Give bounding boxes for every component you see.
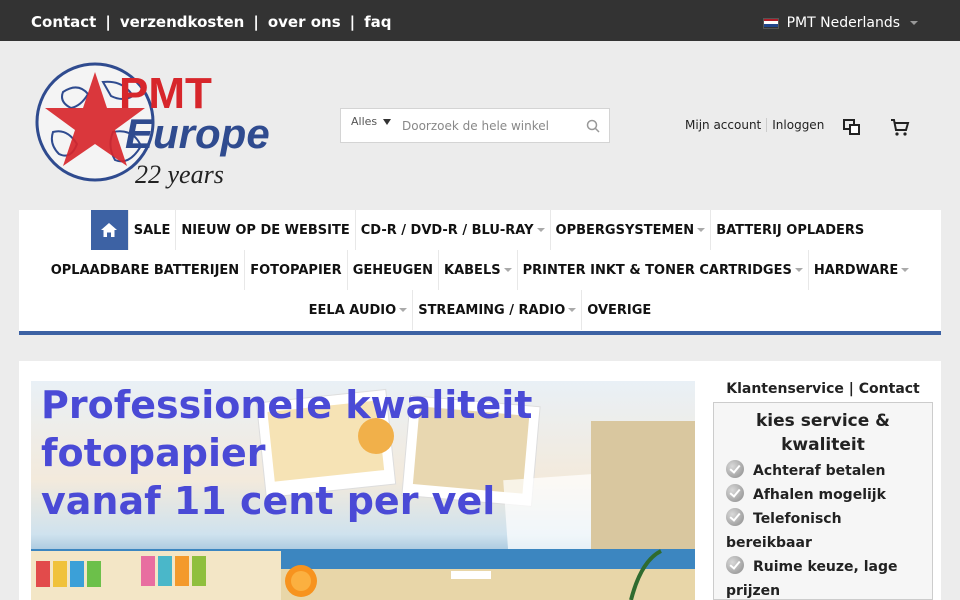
flag-nl-icon xyxy=(762,17,779,29)
nav-item-cdr-dvdr-bluray[interactable]: CD-R / DVD-R / BLU-RAY xyxy=(356,210,551,250)
nav-label: CD-R / DVD-R / BLU-RAY xyxy=(360,222,534,238)
list-item: Telefonisch bereikbaar xyxy=(726,507,926,555)
nav-item-streaming-radio[interactable]: STREAMING / RADIO xyxy=(413,290,583,330)
service-box: kies service & kwaliteit Achteraf betale… xyxy=(713,402,933,600)
cart-icon xyxy=(891,119,910,136)
cart-button[interactable] xyxy=(890,117,910,137)
search-bar: Alles xyxy=(340,108,610,143)
link-verzendkosten[interactable]: verzendkosten xyxy=(120,13,245,31)
main-navigation: SALE NIEUW OP DE WEBSITE CD-R / DVD-R / … xyxy=(19,210,941,335)
chevron-down-icon xyxy=(503,268,512,272)
list-item: Ruime keuze, lage prijzen xyxy=(726,555,926,599)
nav-item-fotopapier[interactable]: FOTOPAPIER xyxy=(245,250,348,290)
chevron-down-icon xyxy=(794,268,803,272)
nav-item-overige[interactable]: OVERIGE xyxy=(582,290,656,330)
nav-item-kabels[interactable]: KABELS xyxy=(439,250,518,290)
chevron-down-icon xyxy=(399,308,408,312)
nav-row-2: OPLAADBARE BATTERIJEN FOTOPAPIER GEHEUGE… xyxy=(19,250,941,290)
chevron-down-icon xyxy=(901,268,910,272)
chevron-down-icon xyxy=(536,228,545,232)
nav-item-printer-inkt[interactable]: PRINTER INKT & TONER CARTRIDGES xyxy=(518,250,809,290)
search-icon xyxy=(586,119,600,133)
nav-label: EELA AUDIO xyxy=(308,302,397,318)
nav-label: NIEUW OP DE WEBSITE xyxy=(181,222,350,238)
separator: | xyxy=(253,13,259,31)
search-button[interactable] xyxy=(578,109,608,142)
nav-label: HARDWARE xyxy=(813,262,899,278)
service-item-label: Achteraf betalen xyxy=(753,463,886,479)
my-account-link[interactable]: Mijn account xyxy=(685,118,761,132)
service-heading: kies service & kwaliteit xyxy=(756,411,890,455)
top-links: Contact | verzendkosten | over ons | faq xyxy=(31,13,392,31)
link-over-ons[interactable]: over ons xyxy=(268,13,341,31)
list-item: Afhalen mogelijk xyxy=(726,483,926,507)
separator: | xyxy=(105,13,111,31)
link-faq[interactable]: faq xyxy=(364,13,391,31)
list-item: Achteraf betalen xyxy=(726,459,926,483)
language-label: PMT Nederlands xyxy=(786,15,900,31)
search-input[interactable] xyxy=(398,109,578,142)
nav-item-geheugen[interactable]: GEHEUGEN xyxy=(348,250,440,290)
nav-label: STREAMING / RADIO xyxy=(418,302,566,318)
compare-button[interactable] xyxy=(842,117,862,137)
checkmark-icon xyxy=(726,556,744,574)
nav-label: GEHEUGEN xyxy=(352,262,434,278)
chevron-down-icon xyxy=(568,308,577,312)
nav-label: OPBERGSYSTEMEN xyxy=(555,222,695,238)
nav-item-sale[interactable]: SALE xyxy=(129,210,177,250)
service-item-label: Ruime keuze, lage prijzen xyxy=(726,559,898,599)
service-list: Achteraf betalen Afhalen mogelijk Telefo… xyxy=(714,457,932,599)
account-links: Mijn account Inloggen xyxy=(685,118,824,132)
site-logo[interactable]: PMT Europe 22 years xyxy=(33,62,308,190)
home-icon xyxy=(101,223,118,237)
nav-item-nieuw[interactable]: NIEUW OP DE WEBSITE xyxy=(176,210,356,250)
banner-line-3: vanaf 11 cent per vel xyxy=(41,479,496,523)
nav-label: SALE xyxy=(133,222,171,238)
logo-graphic: PMT Europe 22 years xyxy=(35,62,270,189)
nav-row-1: SALE NIEUW OP DE WEBSITE CD-R / DVD-R / … xyxy=(19,210,941,250)
nav-label: OVERIGE xyxy=(587,302,652,318)
nav-item-opbergsystemen[interactable]: OPBERGSYSTEMEN xyxy=(551,210,712,250)
logo-text-years: 22 years xyxy=(135,160,224,189)
service-item-label: Afhalen mogelijk xyxy=(753,487,886,503)
dropdown-arrow-icon xyxy=(383,119,392,125)
banner-line-2: fotopapier xyxy=(41,431,266,475)
nav-item-batterij-opladers[interactable]: BATTERIJ OPLADERS xyxy=(711,210,869,250)
login-link[interactable]: Inloggen xyxy=(772,118,824,132)
nav-label: KABELS xyxy=(444,262,501,278)
customer-service-title[interactable]: Klantenservice | Contact xyxy=(713,381,933,397)
compare-icon xyxy=(843,119,860,135)
link-contact[interactable]: Contact xyxy=(31,13,96,31)
checkmark-icon xyxy=(726,484,744,502)
language-switcher[interactable]: PMT Nederlands xyxy=(762,15,918,31)
separator: | xyxy=(349,13,356,31)
search-category-label: Alles xyxy=(351,115,378,128)
checkmark-icon xyxy=(726,460,744,478)
nav-item-oplaadbare-batterijen[interactable]: OPLAADBARE BATTERIJEN xyxy=(46,250,246,290)
banner-headline: Professionele kwaliteit fotopapier vanaf… xyxy=(41,381,532,525)
nav-label: FOTOPAPIER xyxy=(250,262,342,278)
checkmark-icon xyxy=(726,508,744,526)
promo-banner[interactable]: Professionele kwaliteit fotopapier vanaf… xyxy=(31,381,695,600)
logo-text-europe: Europe xyxy=(125,110,270,157)
top-bar: Contact | verzendkosten | over ons | faq PMT N… xyxy=(0,0,960,41)
nav-label: PRINTER INKT & TONER CARTRIDGES xyxy=(522,262,792,278)
search-category-select[interactable]: Alles xyxy=(341,109,398,128)
banner-line-1: Professionele kwaliteit xyxy=(41,383,533,427)
nav-label: BATTERIJ OPLADERS xyxy=(716,222,865,238)
nav-item-hardware[interactable]: HARDWARE xyxy=(809,250,914,290)
nav-row-3: EELA AUDIO STREAMING / RADIO OVERIGE xyxy=(19,290,941,330)
nav-home[interactable] xyxy=(90,210,129,250)
chevron-down-icon xyxy=(910,21,918,25)
divider xyxy=(766,118,768,132)
nav-label: OPLAADBARE BATTERIJEN xyxy=(50,262,240,278)
nav-item-eela-audio[interactable]: EELA AUDIO xyxy=(304,290,414,330)
chevron-down-icon xyxy=(697,228,706,232)
